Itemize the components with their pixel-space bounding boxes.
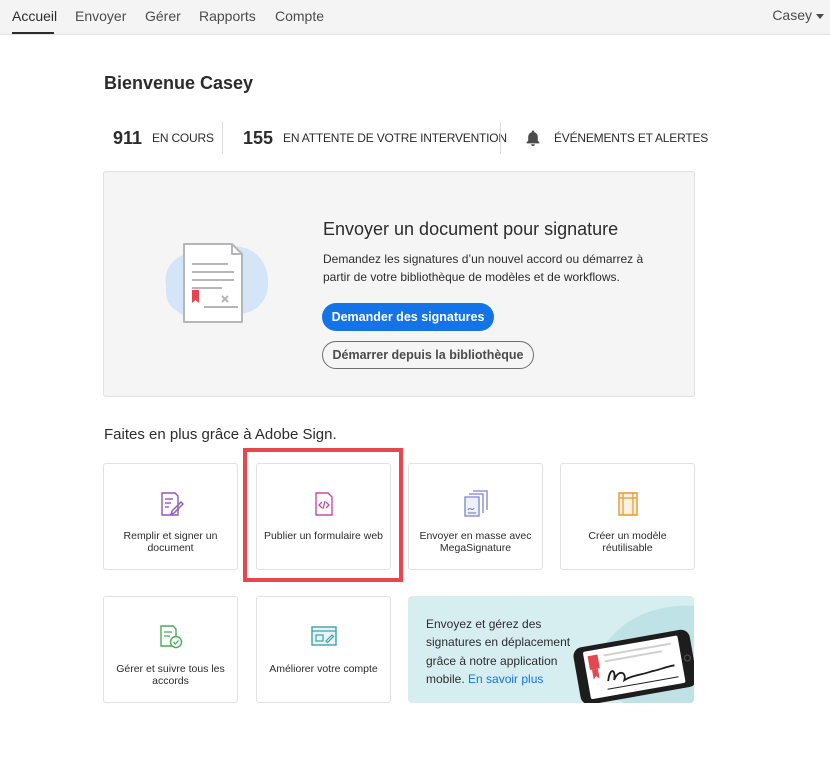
request-signatures-button[interactable]: Demander des signatures bbox=[322, 303, 494, 331]
start-from-library-button[interactable]: Démarrer depuis la bibliothèque bbox=[322, 341, 534, 369]
bell-icon bbox=[526, 130, 540, 146]
mobile-phone-illustration bbox=[573, 605, 694, 703]
card-label: Remplir et signer un document bbox=[123, 530, 218, 554]
manage-icon bbox=[159, 625, 182, 649]
waiting-count: 155 bbox=[243, 127, 274, 148]
divider bbox=[222, 122, 223, 154]
chevron-down-icon bbox=[816, 13, 824, 19]
mobile-app-text: Envoyez et gérez des signatures en dépla… bbox=[426, 615, 576, 688]
stat-waiting[interactable]: 155 EN ATTENTE DE VOTRE INTERVENTION bbox=[243, 122, 507, 154]
events-label: ÉVÉNEMENTS ET ALERTES bbox=[554, 131, 709, 145]
mobile-app-card: Envoyez et gérez des signatures en dépla… bbox=[408, 596, 694, 703]
divider bbox=[500, 122, 501, 154]
card-label: Gérer et suivre tous les accords bbox=[116, 663, 225, 687]
document-signature-illustration bbox=[165, 243, 269, 323]
stat-events[interactable]: ÉVÉNEMENTS ET ALERTES bbox=[524, 122, 708, 154]
send-panel-description: Demandez les signatures d’un nouvel acco… bbox=[323, 252, 644, 284]
card-manage[interactable]: Gérer et suivre tous les accords bbox=[103, 596, 238, 703]
tab-envoyer[interactable]: Envoyer bbox=[75, 0, 126, 35]
card-label: Envoyer en masse avec MegaSignature bbox=[419, 530, 532, 554]
learn-more-link[interactable]: En savoir plus bbox=[468, 672, 543, 686]
send-panel-title: Envoyer un document pour signature bbox=[323, 219, 619, 239]
in-progress-label: EN COURS bbox=[152, 131, 214, 145]
tab-compte[interactable]: Compte bbox=[275, 0, 324, 35]
waiting-label: EN ATTENTE DE VOTRE INTERVENTION bbox=[283, 131, 507, 145]
user-menu[interactable]: Casey bbox=[772, 0, 824, 33]
template-icon bbox=[617, 492, 638, 516]
card-fill-sign[interactable]: Remplir et signer un document bbox=[103, 463, 238, 570]
card-upgrade[interactable]: Améliorer votre compte bbox=[256, 596, 391, 703]
tab-rapports[interactable]: Rapports bbox=[199, 0, 256, 35]
active-tab-indicator bbox=[12, 32, 54, 34]
card-megasign[interactable]: Envoyer en masse avec MegaSignature bbox=[408, 463, 543, 570]
card-label: Améliorer votre compte bbox=[269, 663, 378, 675]
send-document-panel: Envoyer un document pour signature Deman… bbox=[103, 171, 695, 397]
megasign-icon bbox=[463, 490, 488, 517]
stat-in-progress[interactable]: 911 EN COURS bbox=[113, 122, 214, 154]
top-navigation: Accueil Envoyer Gérer Rapports Compte Ca… bbox=[0, 0, 830, 35]
fill-sign-icon bbox=[160, 492, 184, 516]
highlight-box bbox=[243, 448, 403, 582]
card-template[interactable]: Créer un modèle réutilisable bbox=[560, 463, 695, 570]
card-label: Créer un modèle réutilisable bbox=[588, 530, 667, 554]
in-progress-count: 911 bbox=[113, 127, 143, 148]
upgrade-icon bbox=[310, 626, 337, 646]
tab-gerer[interactable]: Gérer bbox=[145, 0, 181, 35]
section-title: Faites en plus grâce à Adobe Sign. bbox=[104, 426, 337, 443]
page-title: Bienvenue Casey bbox=[104, 73, 254, 93]
user-name: Casey bbox=[772, 7, 812, 23]
tab-accueil[interactable]: Accueil bbox=[12, 0, 57, 35]
